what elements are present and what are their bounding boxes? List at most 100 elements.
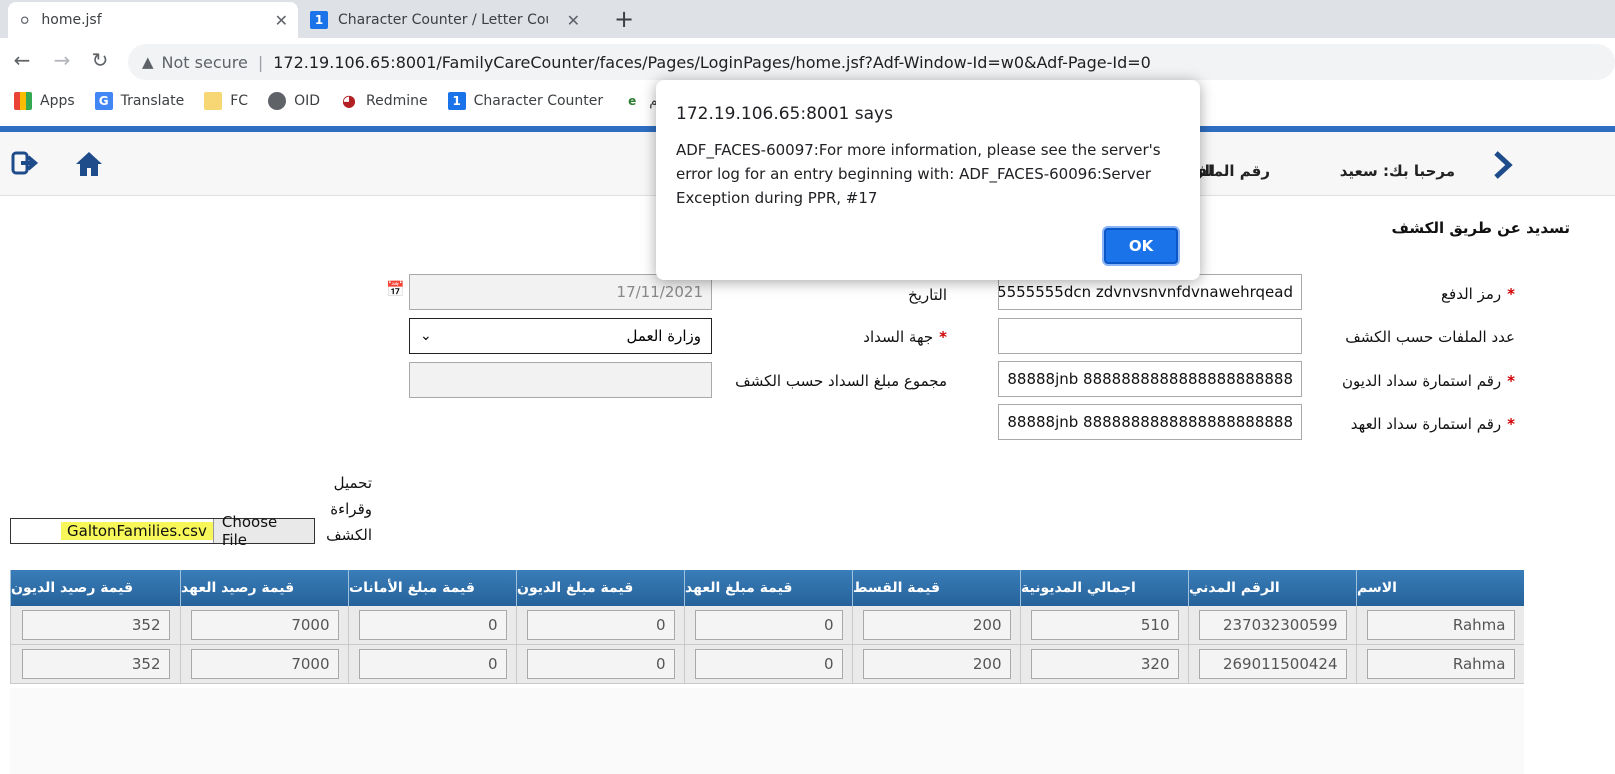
character-counter-icon: 1	[310, 11, 328, 29]
required-marker: *	[939, 328, 947, 346]
column-header: الرقم المدني	[1188, 570, 1356, 606]
required-marker: *	[1507, 415, 1515, 433]
bookmark-translate[interactable]: G Translate	[94, 92, 185, 110]
bookmark-label: FC	[230, 93, 249, 109]
upload-label: تحميل وقراءة الكشف	[326, 474, 372, 544]
url-text: 172.19.106.65:8001/FamilyCareCounter/fac…	[273, 52, 1151, 72]
folder-icon	[204, 92, 223, 110]
table-row: Rahma 237032300599 510 200 0 0 0 7000 35…	[10, 606, 1524, 645]
tab-character-counter[interactable]: 1 Character Counter / Letter Count ✕	[300, 2, 590, 38]
home-icon[interactable]	[74, 150, 104, 180]
column-header: قيمة القسط	[852, 570, 1020, 606]
column-header: قيمة رصيد العهد	[180, 570, 348, 606]
table-cell[interactable]: 320	[1030, 649, 1179, 679]
table-cell[interactable]: 352	[21, 649, 170, 679]
new-tab-button[interactable]: +	[610, 6, 638, 34]
table-cell[interactable]: 352	[21, 610, 170, 640]
chevron-right-icon[interactable]	[1488, 150, 1518, 180]
bookmark-oid[interactable]: OID	[268, 92, 320, 110]
tab-title: Character Counter / Letter Count	[338, 12, 548, 28]
table-cell[interactable]: 7000	[190, 610, 339, 640]
bookmark-label: Redmine	[366, 93, 428, 109]
security-label: Not secure	[161, 52, 248, 72]
bookmark-label: Translate	[120, 93, 185, 109]
table-cell[interactable]: 200	[862, 649, 1011, 679]
welcome-text: مرحبا بك: سعيد	[1339, 162, 1455, 180]
table-cell[interactable]: Rahma	[1366, 610, 1515, 640]
table-header-row: الاسم الرقم المدني اجمالي المديونية قيمة…	[10, 570, 1524, 606]
page-title: تسديد عن طريق الكشف	[1391, 219, 1570, 237]
debt-form-number-input[interactable]: 88888jnb 8888888888888888888888	[998, 361, 1302, 397]
close-icon[interactable]: ✕	[275, 11, 288, 30]
payment-party-value: وزارة العمل	[626, 327, 701, 345]
tab-home[interactable]: ⚪ home.jsf ✕	[8, 2, 298, 38]
bookmark-character-counter[interactable]: 1 Character Counter	[447, 92, 604, 110]
tab-title: home.jsf	[41, 12, 102, 28]
calendar-icon[interactable]: 📅	[386, 280, 406, 300]
column-header: قيمة مبلغ الديون	[516, 570, 684, 606]
translate-icon: G	[94, 92, 113, 110]
statement-table: الاسم الرقم المدني اجمالي المديونية قيمة…	[10, 570, 1524, 684]
payment-party-select[interactable]: وزارة العمل ⌄	[409, 318, 712, 354]
debt-form-number-label: *رقم استمارة سداد الديون	[1341, 372, 1515, 390]
payment-party-label: *جهة السداد	[863, 328, 947, 346]
alert-dialog: 172.19.106.65:8001 says ADF_FACES-60097:…	[656, 80, 1200, 280]
required-marker: *	[1507, 285, 1515, 303]
table-cell[interactable]: 0	[358, 649, 507, 679]
site-icon: e	[628, 94, 637, 108]
address-separator: |	[257, 52, 264, 72]
bookmark-label: OID	[294, 93, 320, 109]
table-row: Rahma 269011500424 320 200 0 0 0 7000 35…	[10, 645, 1524, 684]
table-cell[interactable]: 510	[1030, 610, 1179, 640]
table-cell[interactable]: 7000	[190, 649, 339, 679]
bookmark-redmine[interactable]: ◕ Redmine	[340, 92, 428, 110]
column-header: قيمة مبلغ العهد	[684, 570, 852, 606]
custody-form-number-input[interactable]: 88888jnb 8888888888888888888888	[998, 404, 1302, 440]
redmine-icon: ◕	[342, 91, 356, 110]
table-cell[interactable]: 269011500424	[1198, 649, 1347, 679]
column-header: قيمة مبلغ الأمانات	[348, 570, 516, 606]
apps-grid-icon	[14, 92, 32, 110]
total-amount-input[interactable]	[409, 362, 712, 398]
custody-form-number-label: *رقم استمارة سداد العهد	[1350, 415, 1515, 433]
column-header: قيمة رصيد الديون	[10, 570, 180, 606]
close-icon[interactable]: ✕	[567, 11, 580, 30]
payment-code-label: *رمز الدفع	[1441, 285, 1515, 303]
bookmark-label: Character Counter	[473, 93, 604, 109]
dialog-message: ADF_FACES-60097:For more information, pl…	[676, 141, 1161, 207]
table-footer-area	[10, 688, 1524, 774]
table-cell[interactable]: 0	[358, 610, 507, 640]
bookmark-fc[interactable]: FC	[204, 92, 248, 110]
total-amount-label: مجموع مبلغ السداد حسب الكشف	[735, 372, 947, 390]
globe-icon: ⚪	[18, 10, 32, 30]
character-counter-icon: 1	[447, 92, 466, 110]
forward-arrow-icon[interactable]: →	[50, 48, 74, 72]
dialog-title: 172.19.106.65:8001 says	[676, 104, 893, 124]
globe-icon	[268, 92, 287, 110]
back-arrow-icon[interactable]: ←	[10, 48, 34, 72]
file-input[interactable]: GaltonFamilies.csv Choose File	[10, 513, 315, 549]
table-cell[interactable]: 200	[862, 610, 1011, 640]
chevron-down-icon: ⌄	[420, 328, 432, 344]
bookmark-label: Apps	[40, 93, 75, 109]
table-cell[interactable]: 0	[526, 649, 675, 679]
file-name: GaltonFamilies.csv	[61, 522, 213, 540]
column-header: الاسم	[1356, 570, 1524, 606]
table-cell[interactable]: 0	[694, 610, 843, 640]
choose-file-button[interactable]: Choose File	[212, 513, 314, 549]
warning-triangle-icon: ▲	[142, 53, 154, 71]
table-cell[interactable]: Rahma	[1366, 649, 1515, 679]
table-cell[interactable]: 0	[526, 610, 675, 640]
address-bar[interactable]: ▲ Not secure | 172.19.106.65:8001/Family…	[128, 44, 1615, 80]
files-count-label: عدد الملفات حسب الكشف	[1345, 328, 1515, 346]
reload-icon[interactable]: ↻	[88, 48, 112, 72]
files-count-input[interactable]	[998, 318, 1302, 354]
logout-icon[interactable]	[10, 150, 40, 180]
bookmark-apps[interactable]: Apps	[14, 92, 75, 110]
required-marker: *	[1507, 372, 1515, 390]
date-label: التاريخ	[908, 286, 947, 304]
table-cell[interactable]: 237032300599	[1198, 610, 1347, 640]
column-header: اجمالي المديونية	[1020, 570, 1188, 606]
table-cell[interactable]: 0	[694, 649, 843, 679]
ok-button[interactable]: OK	[1104, 228, 1178, 264]
